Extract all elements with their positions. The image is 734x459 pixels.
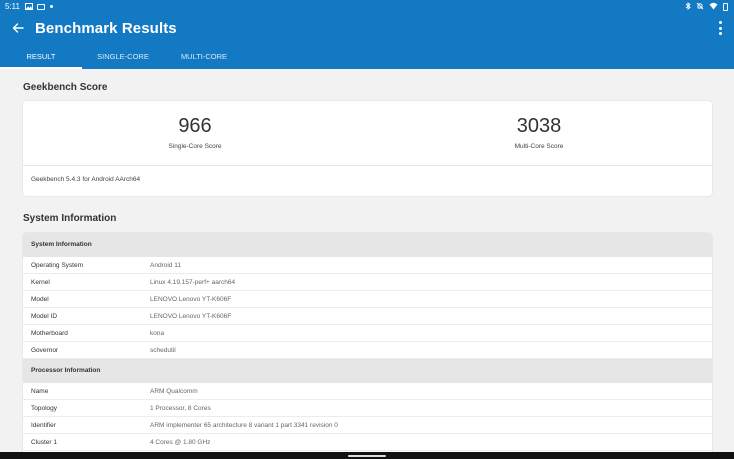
more-options-icon[interactable] [718,21,722,35]
home-gesture-handle[interactable] [348,455,386,457]
row-key: Kernel [31,278,50,286]
row-key: Model [31,295,49,303]
row-key: Cluster 1 [31,438,58,446]
row-key: Operating System [31,261,84,269]
tab-bar: RESULT SINGLE-CORE MULTI-CORE [0,45,244,69]
version-text: Geekbench 5.4.3 for Android AArch64 [31,176,141,183]
row-value: Android 11 [150,261,181,269]
row-key: Governor [31,346,59,354]
tab-result[interactable]: RESULT [0,45,82,69]
system-information-heading: System Information [23,213,117,224]
row-value: ARM implementer 65 architecture 8 varian… [150,421,338,429]
table-row: Operating System Android 11 [23,257,712,274]
mute-icon [696,2,704,12]
message-icon [36,3,45,10]
back-arrow-icon[interactable] [10,20,26,36]
status-bar: 5:11 [0,0,734,13]
table-row: Identifier ARM implementer 65 architectur… [23,417,712,434]
table-row: Name ARM Qualcomm [23,383,712,400]
wifi-icon [709,2,718,12]
row-key: Name [31,387,49,395]
bluetooth-icon [685,1,691,12]
table-row: Topology 1 Processor, 8 Cores [23,400,712,417]
geekbench-score-heading: Geekbench Score [23,82,108,93]
row-value: 4 Cores @ 1.80 GHz [150,438,211,446]
row-key: Model ID [31,312,58,320]
row-value: LENOVO Lenovo YT-K606F [150,312,232,320]
single-core-score: 966 Single-Core Score [23,101,367,150]
gallery-icon [24,3,33,10]
score-card: 966 Single-Core Score 3038 Multi-Core Sc… [23,101,712,196]
page-title: Benchmark Results [35,20,177,37]
row-key: Identifier [31,421,56,429]
table-row: Governor schedutil [23,342,712,359]
table-row: Kernel Linux 4.19.157-perf+ aarch64 [23,274,712,291]
multi-core-score-label: Multi-Core Score [514,143,564,150]
table-row: Model ID LENOVO Lenovo YT-K606F [23,308,712,325]
single-core-score-value: 966 [178,115,212,137]
status-time: 5:11 [5,2,20,11]
row-value: LENOVO Lenovo YT-K606F [150,295,232,303]
multi-core-score: 3038 Multi-Core Score [367,101,711,150]
system-info-card: System Information Operating System Andro… [23,233,712,459]
battery-icon [723,2,728,11]
tab-single-core[interactable]: SINGLE-CORE [82,45,164,69]
divider [23,165,712,166]
dot-icon [49,5,53,8]
group-header-system: System Information [23,233,712,257]
table-row: Motherboard kona [23,325,712,342]
table-row: Model LENOVO Lenovo YT-K606F [23,291,712,308]
row-value: kona [150,329,165,337]
multi-core-score-value: 3038 [516,115,562,137]
row-value: schedutil [150,346,176,354]
toolbar: Benchmark Results [0,13,734,45]
single-core-score-label: Single-Core Score [168,143,222,150]
group-header-processor: Processor Information [23,359,712,383]
row-value: Linux 4.19.157-perf+ aarch64 [150,278,236,286]
tab-multi-core[interactable]: MULTI-CORE [164,45,244,69]
row-key: Topology [31,404,58,412]
row-key: Motherboard [31,329,68,337]
app-bar: 5:11 Benchmark Results RESULT SINGLE-COR… [0,0,734,69]
row-value: 1 Processor, 8 Cores [150,404,211,412]
table-row: Cluster 1 4 Cores @ 1.80 GHz [23,434,712,451]
row-value: ARM Qualcomm [150,387,198,395]
